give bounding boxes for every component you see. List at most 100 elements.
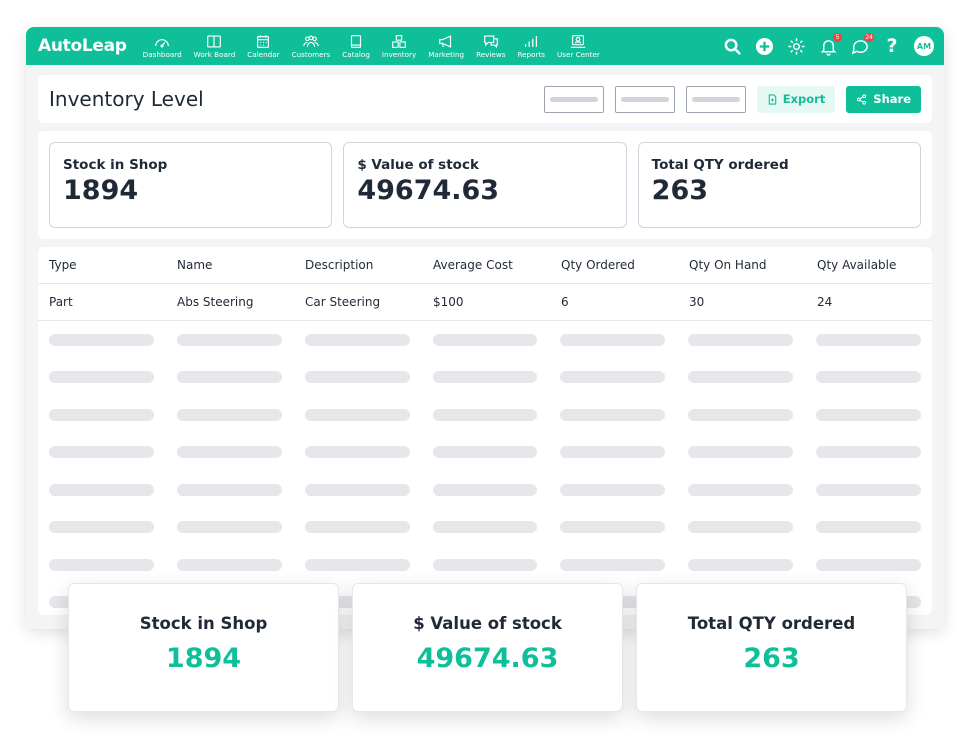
skeleton-bar — [688, 333, 794, 346]
table-cell: Car Steering — [305, 295, 381, 309]
skeleton-bar — [560, 521, 666, 534]
top-navbar: AutoLeap Dashboard Work Board Calendar C… — [26, 27, 944, 65]
column-header[interactable]: Description — [305, 258, 433, 272]
skeleton-row — [38, 396, 932, 434]
stat-label: $ Value of stock — [357, 157, 479, 173]
help-button[interactable]: ? — [882, 35, 902, 57]
add-button[interactable] — [754, 36, 774, 56]
skeleton-bar — [304, 521, 410, 534]
highlight-label: Stock in Shop — [139, 614, 268, 633]
nav-menu: Dashboard Work Board Calendar Customers … — [137, 27, 606, 65]
skeleton-bar — [49, 558, 154, 571]
stat-value: 263 — [651, 175, 709, 206]
nav-item-dashboard[interactable]: Dashboard — [137, 27, 188, 65]
nav-label: Work Board — [193, 49, 236, 59]
placeholder-bar — [620, 96, 669, 102]
table-header-row: Type Name Description Average Cost Qty O… — [38, 247, 932, 284]
nav-label: Catalog — [342, 49, 370, 59]
stat-label: Total QTY ordered — [651, 157, 789, 173]
skeleton-bar — [304, 333, 410, 346]
message-badge: 24 — [864, 33, 874, 42]
placeholder-bar — [549, 96, 598, 102]
highlight-card-qty: Total QTY ordered 263 — [636, 583, 907, 712]
column-header[interactable]: Average Cost — [433, 258, 561, 272]
skeleton-bar — [816, 408, 922, 421]
filter-placeholder-2[interactable] — [614, 85, 675, 113]
skeleton-bar — [176, 483, 282, 496]
header-actions: Export Share — [543, 85, 921, 113]
search-icon — [724, 38, 741, 55]
column-header[interactable]: Qty Ordered — [561, 258, 689, 272]
nav-item-calendar[interactable]: Calendar — [241, 27, 285, 65]
skeleton-bar — [816, 521, 922, 534]
highlight-card-value: $ Value of stock 49674.63 — [352, 583, 623, 712]
skeleton-row — [38, 546, 932, 584]
skeleton-bar — [432, 333, 538, 346]
nav-label: Customers — [291, 49, 331, 59]
filter-placeholder-1[interactable] — [543, 85, 604, 113]
skeleton-bar — [49, 521, 154, 534]
plus-circle-icon — [755, 37, 773, 55]
nav-label: Marketing — [428, 49, 465, 59]
nav-item-reviews[interactable]: Reviews — [470, 27, 511, 65]
user-avatar[interactable]: AM — [914, 36, 934, 56]
search-button[interactable] — [722, 36, 742, 56]
table-cell: 24 — [817, 295, 833, 309]
column-header[interactable]: Qty Available — [817, 258, 921, 272]
notification-badge: 5 — [833, 33, 842, 42]
customers-icon — [303, 35, 319, 47]
table-row[interactable]: Part Abs Steering Car Steering $100 6 30… — [38, 284, 932, 321]
nav-item-inventory[interactable]: Inventory — [376, 27, 422, 65]
page-header: Inventory Level Export Share — [38, 75, 932, 123]
column-header[interactable]: Qty On Hand — [689, 258, 817, 272]
nav-item-catalog[interactable]: Catalog — [336, 27, 376, 65]
skeleton-bar — [49, 371, 154, 384]
nav-item-user-center[interactable]: User Center — [551, 27, 606, 65]
skeleton-bar — [432, 371, 538, 384]
nav-label: Reports — [517, 49, 546, 59]
skeleton-bar — [49, 446, 154, 459]
column-header[interactable]: Type — [49, 258, 177, 272]
skeleton-bar — [49, 483, 154, 496]
table-cell: Part — [49, 295, 73, 309]
skeleton-row — [38, 434, 932, 472]
skeleton-row — [38, 509, 932, 547]
skeleton-bar — [688, 483, 794, 496]
nav-item-work-board[interactable]: Work Board — [188, 27, 242, 65]
filter-placeholder-3[interactable] — [685, 85, 746, 113]
nav-item-customers[interactable]: Customers — [286, 27, 337, 65]
table-cell: 6 — [561, 295, 569, 309]
skeleton-bar — [560, 483, 666, 496]
highlight-label: Total QTY ordered — [687, 614, 856, 633]
notifications-button[interactable]: 5 — [818, 33, 842, 56]
autoleap-logo[interactable]: AutoLeap — [38, 36, 127, 56]
skeleton-rows — [38, 321, 932, 615]
highlight-card-stock: Stock in Shop 1894 — [68, 583, 339, 712]
nav-item-marketing[interactable]: Marketing — [422, 27, 470, 65]
skeleton-bar — [176, 333, 282, 346]
work-board-icon — [207, 35, 222, 47]
document-icon — [768, 93, 776, 105]
column-header[interactable]: Name — [177, 258, 305, 272]
export-button[interactable]: Export — [756, 85, 836, 113]
stat-card-qty: Total QTY ordered 263 — [637, 142, 921, 228]
nav-item-reports[interactable]: Reports — [511, 27, 551, 65]
skeleton-row — [38, 471, 932, 509]
stats-panel: Stock in Shop 1894 $ Value of stock 4967… — [38, 131, 932, 239]
skeleton-bar — [560, 408, 666, 421]
settings-button[interactable] — [786, 36, 806, 56]
highlight-value: 263 — [743, 643, 800, 674]
table-cell: Abs Steering — [177, 295, 254, 309]
table-cell: 30 — [689, 295, 705, 309]
skeleton-bar — [560, 371, 666, 384]
skeleton-bar — [304, 408, 410, 421]
share-button[interactable]: Share — [846, 85, 921, 113]
calendar-icon — [257, 34, 270, 48]
gear-icon — [787, 37, 805, 55]
skeleton-bar — [432, 483, 538, 496]
catalog-icon — [350, 34, 362, 48]
skeleton-bar — [560, 558, 666, 571]
skeleton-bar — [176, 558, 282, 571]
messages-button[interactable]: 24 — [850, 33, 874, 56]
skeleton-bar — [816, 446, 922, 459]
